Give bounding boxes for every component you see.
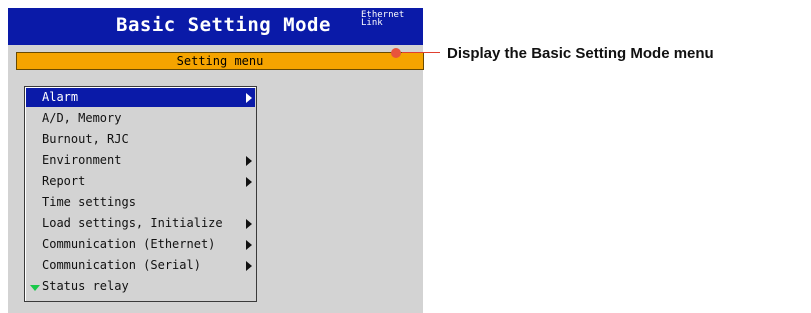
menu-item-status-relay[interactable]: Status relay bbox=[26, 277, 255, 296]
page-title: Basic Setting Mode bbox=[116, 14, 331, 36]
menu-item-label: A/D, Memory bbox=[42, 111, 122, 125]
callout-leader-line bbox=[402, 52, 440, 53]
chevron-right-icon bbox=[246, 177, 252, 187]
menu-item-burnout-rjc[interactable]: Burnout, RJC bbox=[26, 130, 255, 149]
menu-item-label: Time settings bbox=[42, 195, 136, 209]
menu-item-environment[interactable]: Environment bbox=[26, 151, 255, 170]
menu-item-label: Burnout, RJC bbox=[42, 132, 129, 146]
menu-item-report[interactable]: Report bbox=[26, 172, 255, 191]
menu-item-load-settings-initialize[interactable]: Load settings, Initialize bbox=[26, 214, 255, 233]
chevron-right-icon bbox=[246, 219, 252, 229]
scroll-down-icon[interactable] bbox=[30, 285, 40, 291]
menu-item-communication-ethernet[interactable]: Communication (Ethernet) bbox=[26, 235, 255, 254]
menu-item-label: Load settings, Initialize bbox=[42, 216, 223, 230]
chevron-right-icon bbox=[246, 156, 252, 166]
menu-item-label: Communication (Serial) bbox=[42, 258, 201, 272]
basic-setting-menu: Alarm A/D, Memory Burnout, RJC Environme… bbox=[24, 86, 257, 302]
menu-item-label: Status relay bbox=[42, 279, 129, 293]
menu-item-communication-serial[interactable]: Communication (Serial) bbox=[26, 256, 255, 275]
callout-text: Display the Basic Setting Mode menu bbox=[447, 45, 714, 62]
menu-item-alarm[interactable]: Alarm bbox=[26, 88, 255, 107]
menu-item-label: Report bbox=[42, 174, 86, 188]
ethernet-link-status: Ethernet Link bbox=[361, 10, 405, 28]
callout-dot-icon bbox=[391, 48, 401, 58]
menu-item-label: Alarm bbox=[42, 90, 79, 104]
setting-menu-button[interactable]: Setting menu bbox=[16, 52, 424, 70]
chevron-right-icon bbox=[246, 240, 252, 250]
menu-item-label: Environment bbox=[42, 153, 122, 167]
recorder-screen: Basic Setting Mode Ethernet Link Setting… bbox=[8, 8, 424, 313]
menu-item-time-settings[interactable]: Time settings bbox=[26, 193, 255, 212]
chevron-right-icon bbox=[246, 93, 252, 103]
setting-menu-label: Setting menu bbox=[176, 54, 264, 68]
title-bar: Basic Setting Mode Ethernet Link bbox=[8, 8, 423, 45]
menu-item-label: Communication (Ethernet) bbox=[42, 237, 216, 251]
chevron-right-icon bbox=[246, 261, 252, 271]
menu-item-ad-memory[interactable]: A/D, Memory bbox=[26, 109, 255, 128]
